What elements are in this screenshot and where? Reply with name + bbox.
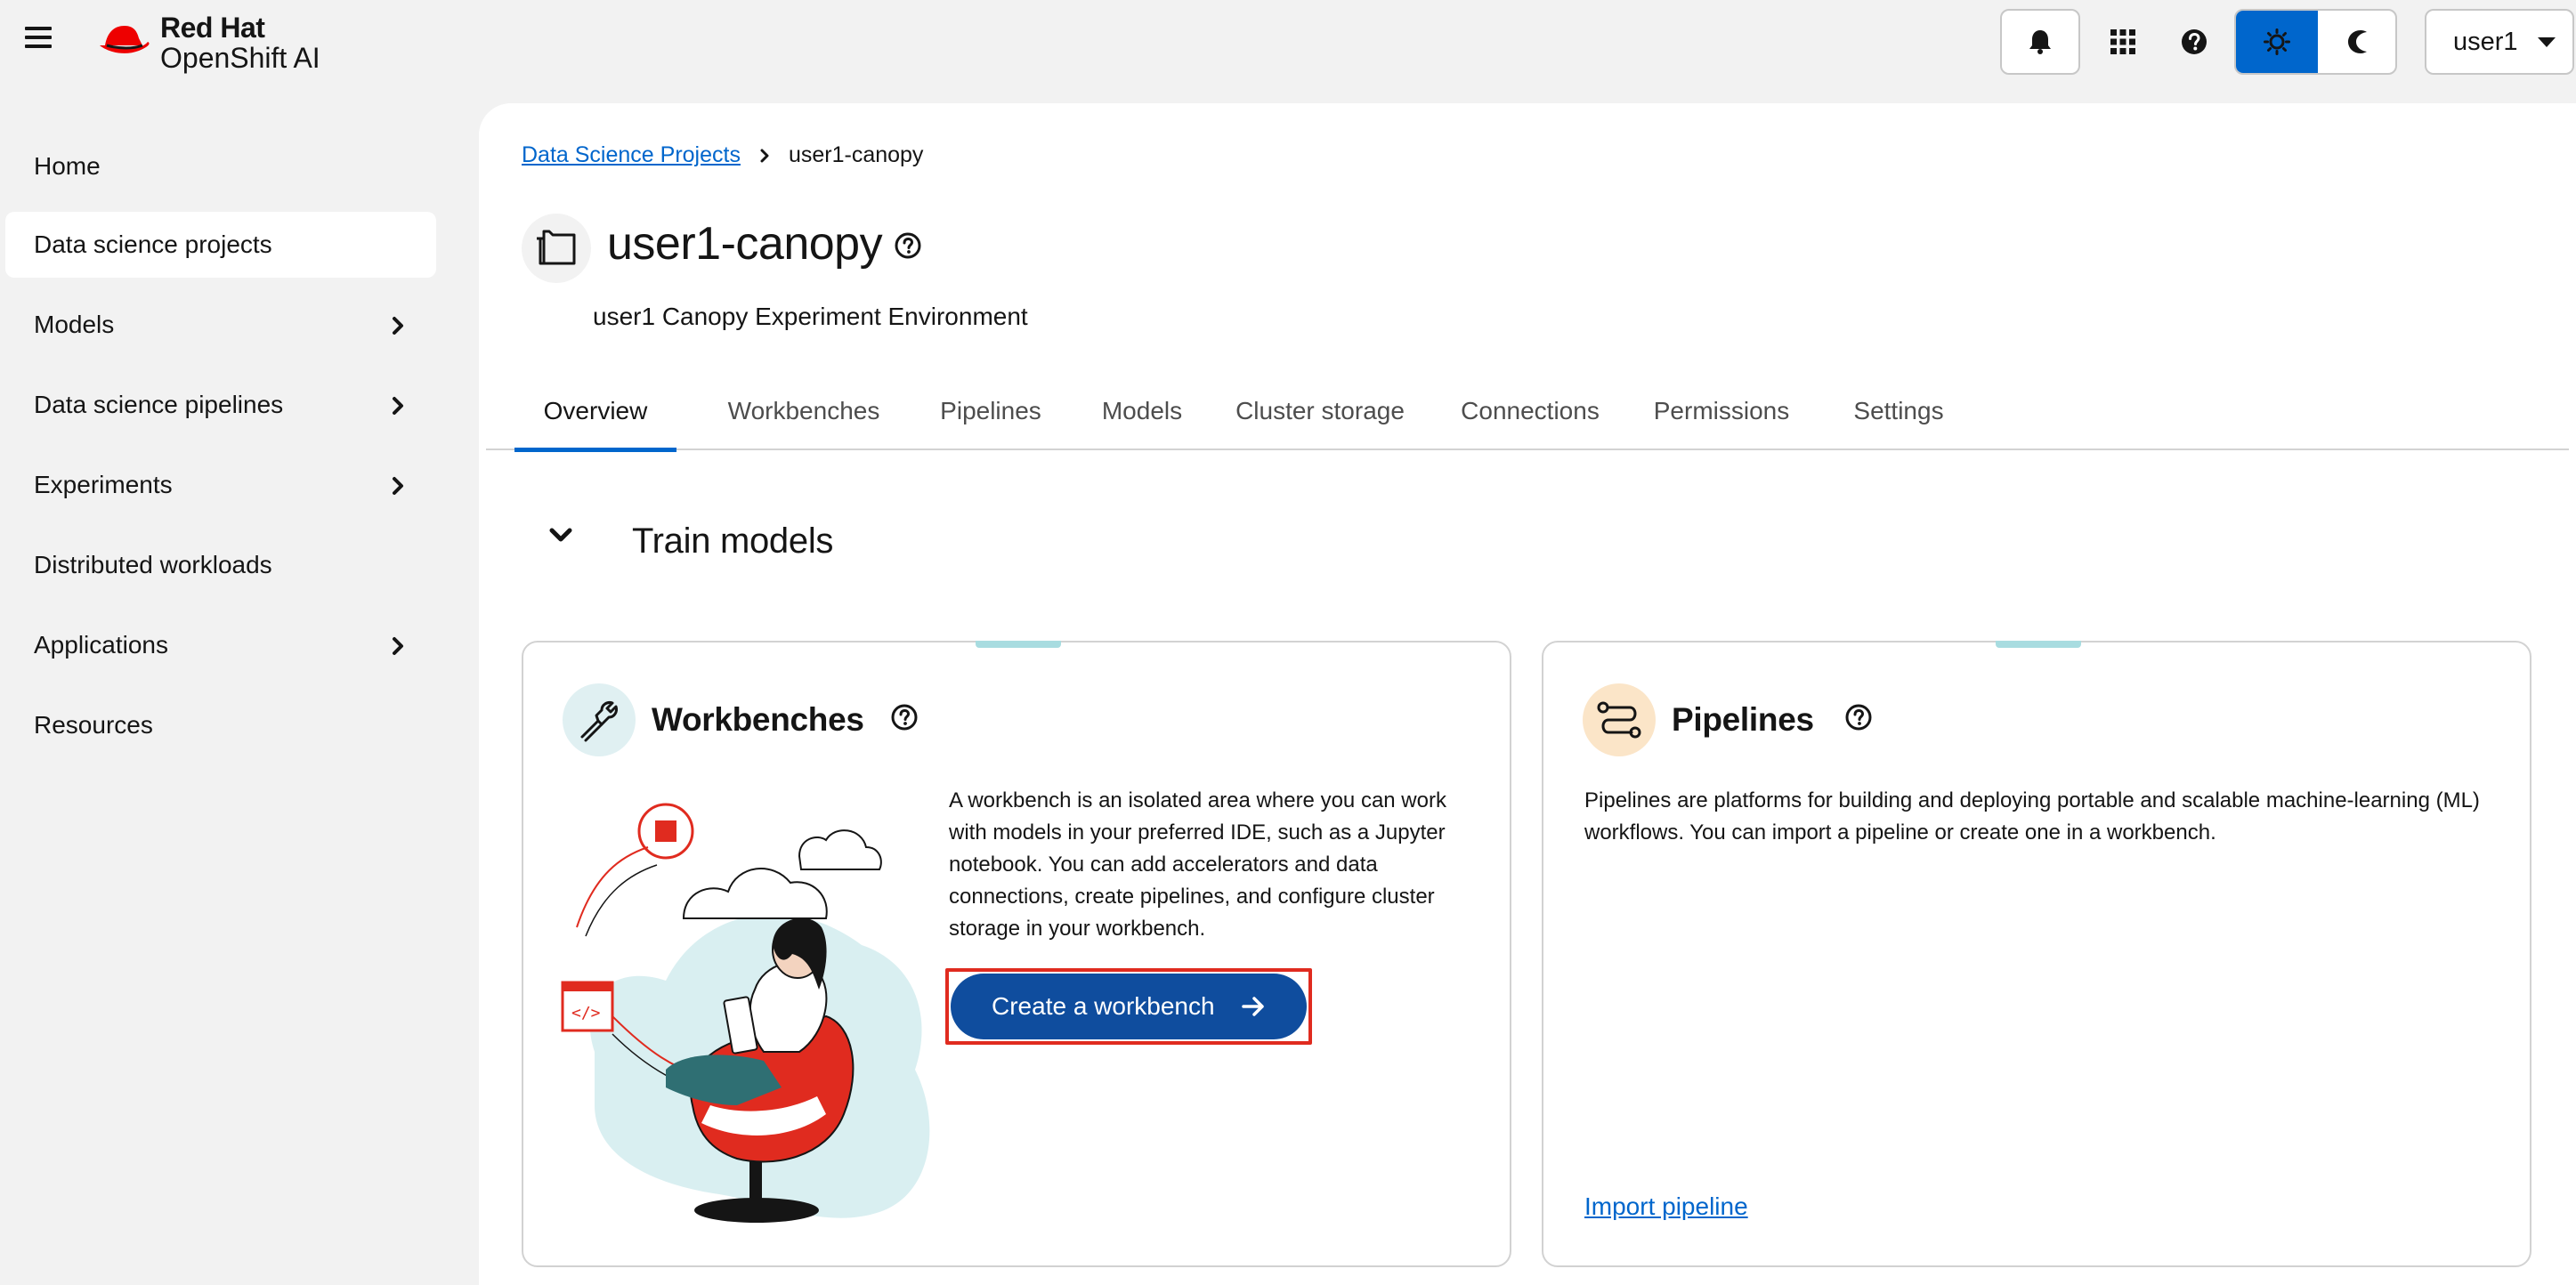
chevron-right-icon <box>393 397 403 415</box>
tab-workbenches[interactable]: Workbenches <box>716 386 892 450</box>
sidebar-item-applications[interactable]: Applications <box>5 612 436 678</box>
arrow-right-icon <box>1242 997 1264 1016</box>
create-workbench-button[interactable]: Create a workbench <box>951 974 1307 1039</box>
product-name: OpenShift AI <box>160 42 320 74</box>
workbenches-description: A workbench is an isolated area where yo… <box>949 788 1446 941</box>
chevron-right-icon <box>393 637 403 655</box>
main-content: Data Science Projects user1-canopy user1… <box>479 103 2576 1285</box>
breadcrumb-current: user1-canopy <box>788 142 924 167</box>
workbenches-card: Workbenches </> A workbench is an isolat… <box>522 641 1511 1267</box>
app-grid-icon <box>2110 29 2135 54</box>
sidebar-item-label: Home <box>34 152 101 180</box>
workbench-illustration: </> <box>561 803 930 1223</box>
sidebar-nav: Home Data science projects Models Data s… <box>0 85 481 1285</box>
pipelines-card: Pipelines Pipelines are platforms for bu… <box>1542 641 2531 1267</box>
red-hat-logo-icon <box>100 26 150 53</box>
brand-name: Red Hat <box>160 12 265 44</box>
pipeline-icon-circle <box>1583 683 1656 756</box>
breadcrumb: Data Science Projects user1-canopy <box>522 142 923 168</box>
help-icon[interactable] <box>890 703 919 731</box>
help-icon[interactable] <box>894 231 922 260</box>
sidebar-item-label: Applications <box>34 631 168 659</box>
tab-models[interactable]: Models <box>1084 386 1200 450</box>
project-icon <box>522 214 591 283</box>
chevron-right-icon <box>393 317 403 335</box>
notifications-button[interactable] <box>2000 9 2080 75</box>
sidebar-item-label: Distributed workloads <box>34 551 272 578</box>
theme-toggle[interactable] <box>2234 9 2397 75</box>
masthead: Red Hat OpenShift AI user1 <box>0 0 2576 85</box>
sidebar-item-models[interactable]: Models <box>5 292 436 358</box>
chevron-right-icon <box>760 149 769 162</box>
project-tabs: Overview Workbenches Pipelines Models Cl… <box>486 386 2569 452</box>
folder-icon <box>537 230 576 265</box>
dark-theme-button[interactable] <box>2318 11 2395 73</box>
caret-down-icon <box>2537 36 2556 47</box>
light-theme-button[interactable] <box>2236 11 2318 73</box>
user-name: user1 <box>2453 27 2518 56</box>
svg-text:</>: </> <box>571 1004 601 1022</box>
sidebar-item-label: Resources <box>34 711 153 739</box>
chevron-right-icon <box>393 477 403 495</box>
project-description: user1 Canopy Experiment Environment <box>593 303 1028 330</box>
sidebar-item-data-science-pipelines[interactable]: Data science pipelines <box>5 372 436 438</box>
pipelines-title: Pipelines <box>1672 701 1814 738</box>
sun-icon <box>2264 28 2290 55</box>
pipeline-icon <box>1597 701 1641 739</box>
wrench-icon <box>580 701 618 742</box>
brand-logo[interactable]: Red Hat OpenShift AI <box>98 7 320 78</box>
help-button[interactable] <box>2154 9 2234 75</box>
sidebar-item-home[interactable]: Home <box>5 133 436 199</box>
tab-overview[interactable]: Overview <box>514 386 676 452</box>
card-accent-bar <box>1996 641 2081 648</box>
help-icon[interactable] <box>1844 703 1873 731</box>
page-title: user1-canopy <box>607 218 883 270</box>
tab-cluster-storage[interactable]: Cluster storage <box>1225 386 1415 450</box>
chevron-down-icon[interactable] <box>548 527 573 545</box>
create-workbench-label: Create a workbench <box>992 992 1215 1020</box>
sidebar-item-label: Data science pipelines <box>34 391 284 418</box>
import-pipeline-link[interactable]: Import pipeline <box>1584 1192 1748 1221</box>
sidebar-item-label: Models <box>34 311 115 338</box>
breadcrumb-link-projects[interactable]: Data Science Projects <box>522 142 741 168</box>
workbench-icon-circle <box>563 683 636 756</box>
tab-settings[interactable]: Settings <box>1830 386 1967 450</box>
user-menu-toggle[interactable]: user1 <box>2425 9 2574 75</box>
tab-connections[interactable]: Connections <box>1447 386 1613 450</box>
tab-pipelines[interactable]: Pipelines <box>926 386 1056 450</box>
sidebar-item-experiments[interactable]: Experiments <box>5 452 436 518</box>
section-title: Train models <box>632 521 834 561</box>
bell-icon <box>2029 30 2051 54</box>
sidebar-item-label: Experiments <box>34 471 173 498</box>
workbenches-title: Workbenches <box>652 701 864 738</box>
hamburger-icon[interactable] <box>25 27 52 53</box>
sidebar-item-label: Data science projects <box>34 230 272 258</box>
tab-permissions[interactable]: Permissions <box>1640 386 1803 450</box>
app-launcher-button[interactable] <box>2083 9 2163 75</box>
sidebar-item-data-science-projects[interactable]: Data science projects <box>5 212 436 278</box>
pipelines-description: Pipelines are platforms for building and… <box>1584 788 2480 845</box>
moon-icon <box>2347 30 2367 53</box>
help-icon <box>2182 29 2207 54</box>
sidebar-item-distributed-workloads[interactable]: Distributed workloads <box>5 532 436 598</box>
sidebar-item-resources[interactable]: Resources <box>5 692 436 758</box>
card-accent-bar <box>976 641 1061 648</box>
